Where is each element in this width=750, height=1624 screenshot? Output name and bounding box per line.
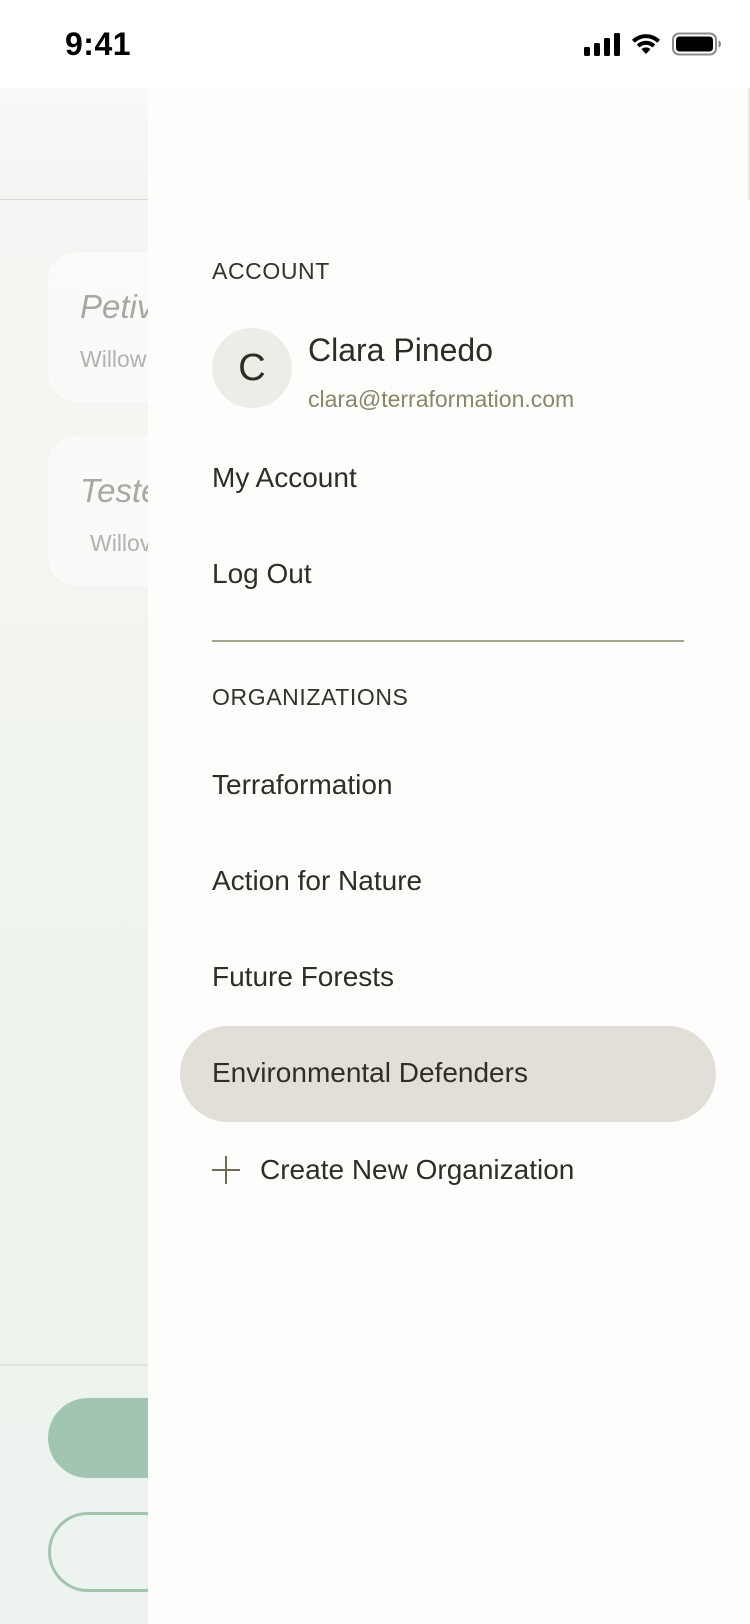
status-bar: 9:41: [0, 0, 750, 88]
org-item-future-forests[interactable]: Future Forests: [180, 930, 716, 1026]
user-email: clara@terraformation.com: [308, 386, 575, 412]
create-organization-button[interactable]: Create New Organization: [212, 1148, 574, 1192]
org-item-label: Future Forests: [212, 961, 395, 992]
org-item-label: Terraformation: [212, 769, 393, 800]
my-account-link[interactable]: My Account: [212, 462, 357, 494]
create-organization-label: Create New Organization: [260, 1154, 575, 1185]
wifi-icon: [632, 34, 660, 54]
org-item-action-for-nature[interactable]: Action for Nature: [180, 834, 716, 930]
log-out-link[interactable]: Log Out: [212, 558, 312, 590]
section-divider: [212, 640, 684, 642]
status-time: 9:41: [65, 26, 132, 62]
org-item-terraformation[interactable]: Terraformation: [180, 738, 716, 834]
background-card-subtitle: Willov: [90, 530, 152, 556]
org-item-label: Environmental Defenders: [212, 1057, 528, 1088]
plus-icon: [212, 1156, 240, 1184]
background-card-subtitle: Willow: [80, 346, 147, 372]
organizations-section-heading: ORGANIZATIONS: [212, 684, 409, 710]
account-section-heading: ACCOUNT: [212, 258, 330, 284]
battery-icon: [672, 32, 721, 56]
user-name: Clara Pinedo: [308, 332, 493, 368]
avatar: C: [212, 328, 292, 408]
cellular-signal-icon: [584, 32, 620, 56]
account-drawer: ACCOUNT C Clara Pinedo clara@terraformat…: [148, 88, 750, 1624]
background-card-title: Petiv: [80, 288, 154, 325]
status-icons: [584, 32, 722, 56]
avatar-initial: C: [238, 346, 266, 389]
org-item-environmental-defenders[interactable]: Environmental Defenders: [180, 1026, 716, 1122]
org-item-label: Action for Nature: [212, 865, 423, 896]
